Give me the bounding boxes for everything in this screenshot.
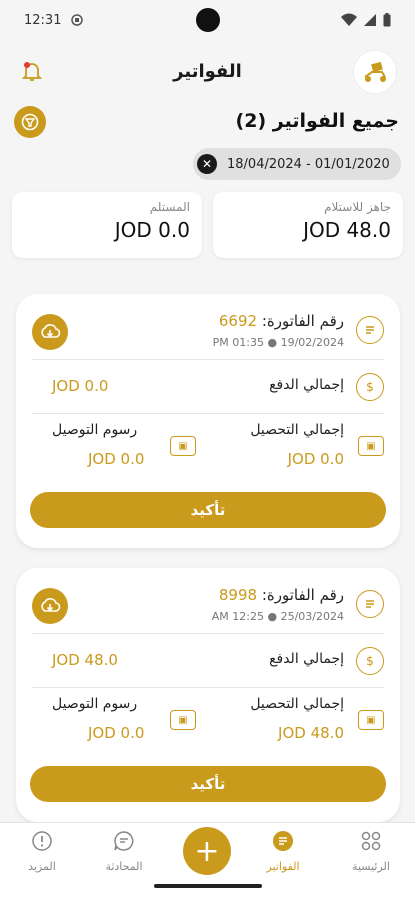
cash-icon: ▣ [358, 436, 384, 456]
delivery-fees-label: رسوم التوصيل [52, 696, 138, 712]
total-collection-label: إجمالي التحصيل [250, 422, 344, 438]
delivery-fees-value: JOD 0.0 [88, 724, 145, 742]
section-title: جميع الفواتير (2) [235, 110, 399, 132]
total-collection-value: JOD 0.0 [287, 450, 344, 468]
invoice-time: AM 12:25 [211, 610, 264, 623]
nav-item-chat[interactable]: المحادثة [84, 829, 164, 873]
invoice-doc-icon [356, 590, 384, 618]
nav-label: الرئيسية [352, 860, 390, 873]
total-payment-row: $ إجمالي الدفع JOD 0.0 [32, 360, 384, 414]
total-payment-label: إجمالي الدفع [269, 377, 344, 393]
bottom-navigation: الرئيسية الفواتير + المحادثة المزيد [0, 822, 415, 900]
total-payment-value: JOD 48.0 [52, 651, 118, 669]
invoice-date: 25/03/2024 [280, 610, 344, 623]
battery-icon [383, 13, 391, 27]
clear-filter-icon[interactable]: ✕ [197, 154, 217, 174]
cloud-download-icon [41, 598, 61, 612]
cloud-download-icon [41, 324, 61, 338]
date-range-label: 18/04/2024 - 01/01/2020 [227, 156, 390, 172]
delivery-fees-value: JOD 0.0 [88, 450, 145, 468]
nav-item-home[interactable]: الرئيسية [331, 829, 411, 873]
invoice-datetime: 25/03/2024 ● AM 12:25 [211, 610, 344, 623]
nav-label: الفواتير [266, 860, 300, 873]
status-time: 12:31 [24, 12, 62, 28]
notification-bell-icon[interactable] [20, 59, 44, 83]
section-header: جميع الفواتير (2) [0, 102, 415, 148]
signal-icon [364, 14, 376, 26]
invoice-number-line: رقم الفاتورة: 6692 [219, 312, 344, 330]
date-range-chip[interactable]: ✕ 18/04/2024 - 01/01/2020 [193, 148, 401, 180]
stat-received: المستلم JOD 0.0 [12, 192, 202, 258]
filter-chip-row: ✕ 18/04/2024 - 01/01/2020 [0, 148, 415, 186]
invoice-card: رقم الفاتورة: 6692 19/02/2024 ● PM 01:35… [16, 294, 400, 548]
chat-icon [114, 831, 134, 851]
total-payment-row: $ إجمالي الدفع JOD 48.0 [32, 634, 384, 688]
page-title: الفواتير [173, 60, 242, 82]
invoice-date: 19/02/2024 [280, 336, 344, 349]
home-indicator [154, 884, 262, 888]
stat-label: جاهز للاستلام [324, 200, 391, 214]
invoice-header-row: رقم الفاتورة: 8998 25/03/2024 ● AM 12:25 [32, 568, 384, 634]
confirm-button[interactable]: تأكيد [30, 766, 386, 802]
stat-ready: جاهز للاستلام JOD 48.0 [213, 192, 403, 258]
invoice-number: 6692 [218, 312, 258, 330]
app-logo [353, 50, 397, 94]
invoice-header-row: رقم الفاتورة: 6692 19/02/2024 ● PM 01:35 [32, 294, 384, 360]
stat-value: JOD 0.0 [114, 218, 190, 242]
grid-icon [361, 831, 381, 851]
invoice-number: 8998 [218, 586, 258, 604]
delivery-fees-label: رسوم التوصيل [52, 422, 138, 438]
dollar-icon: $ [356, 647, 384, 675]
add-button[interactable]: + [183, 827, 231, 875]
total-payment-value: JOD 0.0 [52, 377, 109, 395]
more-icon [32, 831, 52, 851]
invoice-card: رقم الفاتورة: 8998 25/03/2024 ● AM 12:25… [16, 568, 400, 822]
invoice-number-label: رقم الفاتورة: [261, 312, 344, 330]
invoice-icon [273, 831, 293, 851]
nav-label: المحادثة [105, 860, 143, 873]
stat-value: JOD 48.0 [303, 218, 391, 242]
filter-icon [21, 113, 39, 131]
invoice-number-label: رقم الفاتورة: [261, 586, 344, 604]
cash-icon: ▣ [358, 710, 384, 730]
shield-status-icon [71, 14, 84, 26]
stats-row: المستلم JOD 0.0 جاهز للاستلام JOD 48.0 [0, 192, 415, 258]
nav-label: المزيد [28, 860, 56, 873]
dollar-icon: $ [356, 373, 384, 401]
wifi-icon [341, 13, 357, 26]
cash-icon: ▣ [170, 436, 196, 456]
total-collection-label: إجمالي التحصيل [250, 696, 344, 712]
app-bar: الفواتير [0, 40, 415, 102]
invoice-doc-icon [356, 316, 384, 344]
stat-label: المستلم [149, 200, 190, 214]
collection-row: ▣ إجمالي التحصيل JOD 48.0 ▣ رسوم التوصيل… [32, 688, 384, 756]
cash-icon: ▣ [170, 710, 196, 730]
filter-button[interactable] [14, 106, 46, 138]
download-button[interactable] [32, 314, 68, 350]
invoice-time: PM 01:35 [212, 336, 264, 349]
collection-row: ▣ إجمالي التحصيل JOD 0.0 ▣ رسوم التوصيل … [32, 414, 384, 482]
download-button[interactable] [32, 588, 68, 624]
total-payment-label: إجمالي الدفع [269, 651, 344, 667]
nav-item-invoices[interactable]: الفواتير [243, 829, 323, 873]
camera-cutout [196, 8, 220, 32]
delivery-scooter-icon [364, 61, 386, 82]
nav-item-more[interactable]: المزيد [2, 829, 82, 873]
invoice-datetime: 19/02/2024 ● PM 01:35 [212, 336, 344, 349]
confirm-button[interactable]: تأكيد [30, 492, 386, 528]
invoice-number-line: رقم الفاتورة: 8998 [219, 586, 344, 604]
total-collection-value: JOD 48.0 [278, 724, 344, 742]
